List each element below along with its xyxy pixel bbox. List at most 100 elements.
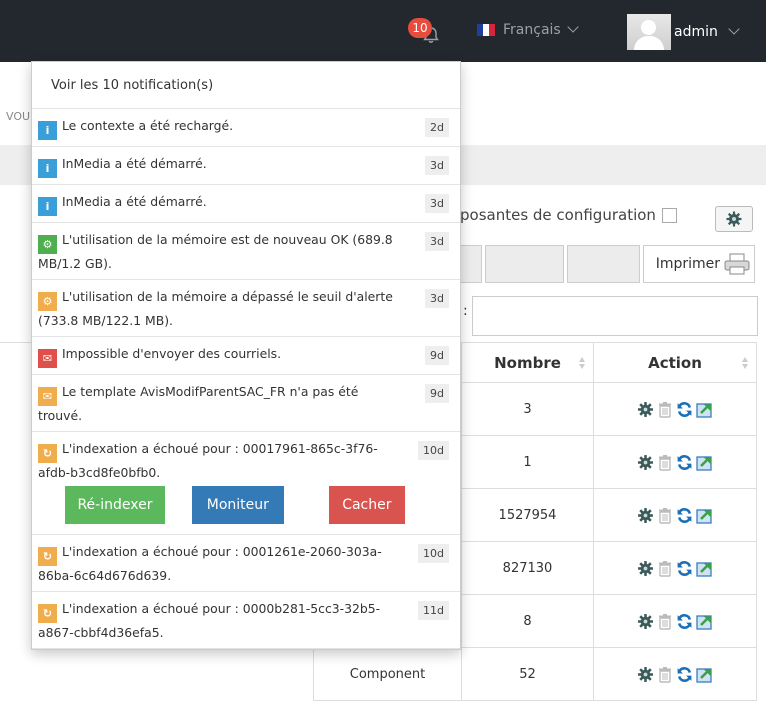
notification-age-badge: 11d xyxy=(418,601,449,620)
gear-icon[interactable] xyxy=(637,454,654,471)
notification-age-badge: 9d xyxy=(425,384,449,403)
refresh-icon[interactable] xyxy=(676,666,693,683)
printer-icon xyxy=(724,253,750,275)
info-icon: i xyxy=(38,197,57,216)
notification-text: InMedia a été démarré. xyxy=(62,156,207,171)
hide-button[interactable]: Cacher xyxy=(328,486,405,524)
avatar xyxy=(627,14,671,50)
config-label: posantes de configuration xyxy=(460,206,656,224)
export-icon[interactable] xyxy=(695,666,714,683)
info-icon: i xyxy=(38,121,57,140)
view-all-notifications-link[interactable]: Voir les 10 notification(s) xyxy=(32,62,460,109)
envelope-icon: ✉ xyxy=(38,387,57,406)
trash-icon[interactable] xyxy=(657,454,673,471)
refresh-icon: ↻ xyxy=(38,604,57,623)
left-fragment-text: VOU xyxy=(6,110,31,123)
monitor-button[interactable]: Moniteur xyxy=(191,486,284,524)
refresh-icon[interactable] xyxy=(676,454,693,471)
gear-icon xyxy=(726,211,742,227)
refresh-icon[interactable] xyxy=(676,401,693,418)
row-name-cell: Component xyxy=(313,647,462,701)
row-actions-cell xyxy=(593,435,757,489)
row-actions-cell xyxy=(593,541,757,595)
count-column-header[interactable]: Nombre xyxy=(461,342,594,383)
action-column-header[interactable]: Action xyxy=(593,342,757,383)
row-count-cell: 8 xyxy=(461,594,594,648)
notification-age-badge: 2d xyxy=(425,118,449,137)
config-checkbox[interactable] xyxy=(661,207,677,223)
user-menu[interactable]: admin xyxy=(627,14,740,50)
gear-icon[interactable] xyxy=(637,666,654,683)
top-navbar: 10 Français admin xyxy=(0,0,766,62)
print-button[interactable]: Imprimer xyxy=(643,245,755,283)
sort-icon xyxy=(579,357,586,369)
notification-item[interactable]: i Le contexte a été rechargé. 2d xyxy=(32,109,460,147)
gear-icon[interactable] xyxy=(637,507,654,524)
notification-item[interactable]: i InMedia a été démarré. 3d xyxy=(32,147,460,185)
reindex-button[interactable]: Ré-indexer xyxy=(65,486,165,524)
chevron-down-icon xyxy=(728,23,740,35)
row-count-cell: 1 xyxy=(461,435,594,489)
sort-icon xyxy=(742,357,749,369)
row-actions-cell xyxy=(593,647,757,701)
refresh-icon[interactable] xyxy=(676,507,693,524)
chevron-down-icon xyxy=(567,21,579,33)
notification-item[interactable]: i InMedia a été démarré. 3d xyxy=(32,185,460,223)
notification-item[interactable]: ↻ L'indexation a échoué pour : 00017961-8… xyxy=(32,432,460,535)
language-selector[interactable]: Français xyxy=(477,21,579,38)
refresh-icon[interactable] xyxy=(676,560,693,577)
notification-text: L'indexation a échoué pour : 0001261e-20… xyxy=(38,544,382,583)
export-icon[interactable] xyxy=(695,401,714,418)
table-row: Component 52 xyxy=(313,647,757,701)
notification-age-badge: 10d xyxy=(418,544,449,563)
export-icon[interactable] xyxy=(695,613,714,630)
notification-age-badge: 3d xyxy=(425,194,449,213)
notification-age-badge: 3d xyxy=(425,232,449,251)
username-label: admin xyxy=(674,24,718,40)
language-label: Français xyxy=(503,22,561,38)
filter-box[interactable] xyxy=(567,245,640,283)
export-icon[interactable] xyxy=(695,560,714,577)
filter-box[interactable] xyxy=(485,245,564,283)
notification-text: L'indexation a échoué pour : 0000b281-5c… xyxy=(38,601,381,640)
notification-age-badge: 3d xyxy=(425,156,449,175)
row-count-cell: 827130 xyxy=(461,541,594,595)
gear-icon[interactable] xyxy=(637,560,654,577)
refresh-icon: ↻ xyxy=(38,444,57,463)
trash-icon[interactable] xyxy=(657,560,673,577)
trash-icon[interactable] xyxy=(657,401,673,418)
gear-icon[interactable] xyxy=(637,401,654,418)
notification-text: L'utilisation de la mémoire a dépassé le… xyxy=(38,289,393,328)
notification-actions: Ré-indexer Moniteur Cacher xyxy=(38,482,405,534)
envelope-icon: ✉ xyxy=(38,349,57,368)
settings-button[interactable] xyxy=(715,206,753,232)
search-input[interactable] xyxy=(472,296,758,336)
notification-count-badge: 10 xyxy=(408,18,432,38)
gear-icon[interactable] xyxy=(637,613,654,630)
trash-icon[interactable] xyxy=(657,666,673,683)
row-count-cell: 1527954 xyxy=(461,488,594,542)
notification-item[interactable]: ⚙ L'utilisation de la mémoire a dépassé l… xyxy=(32,280,460,337)
notification-text: InMedia a été démarré. xyxy=(62,194,207,209)
row-actions-cell xyxy=(593,382,757,436)
trash-icon[interactable] xyxy=(657,507,673,524)
refresh-icon[interactable] xyxy=(676,613,693,630)
filter-box[interactable] xyxy=(460,245,482,283)
row-actions-cell xyxy=(593,488,757,542)
notification-text: L'indexation a échoué pour : 00017961-86… xyxy=(38,441,378,480)
notification-item[interactable]: ↻ L'indexation a échoué pour : 0000b281-5… xyxy=(32,592,460,649)
notification-text: Le contexte a été rechargé. xyxy=(62,118,234,133)
trash-icon[interactable] xyxy=(657,613,673,630)
notification-age-badge: 9d xyxy=(425,346,449,365)
export-icon[interactable] xyxy=(695,507,714,524)
export-icon[interactable] xyxy=(695,454,714,471)
dashboard-icon: ⚙ xyxy=(38,292,57,311)
notifications-toggle[interactable]: 10 xyxy=(405,14,455,54)
notification-item[interactable]: ✉ Le template AvisModifParentSAC_FR n'a p… xyxy=(32,375,460,432)
notification-item[interactable]: ↻ L'indexation a échoué pour : 0001261e-2… xyxy=(32,535,460,592)
info-icon: i xyxy=(38,159,57,178)
config-components-toggle: posantes de configuration xyxy=(460,206,677,224)
notification-item[interactable]: ⚙ L'utilisation de la mémoire est de nouv… xyxy=(32,223,460,280)
notification-item[interactable]: ✉ Impossible d'envoyer des courriels. 9d xyxy=(32,337,460,375)
search-label: : xyxy=(463,303,468,319)
